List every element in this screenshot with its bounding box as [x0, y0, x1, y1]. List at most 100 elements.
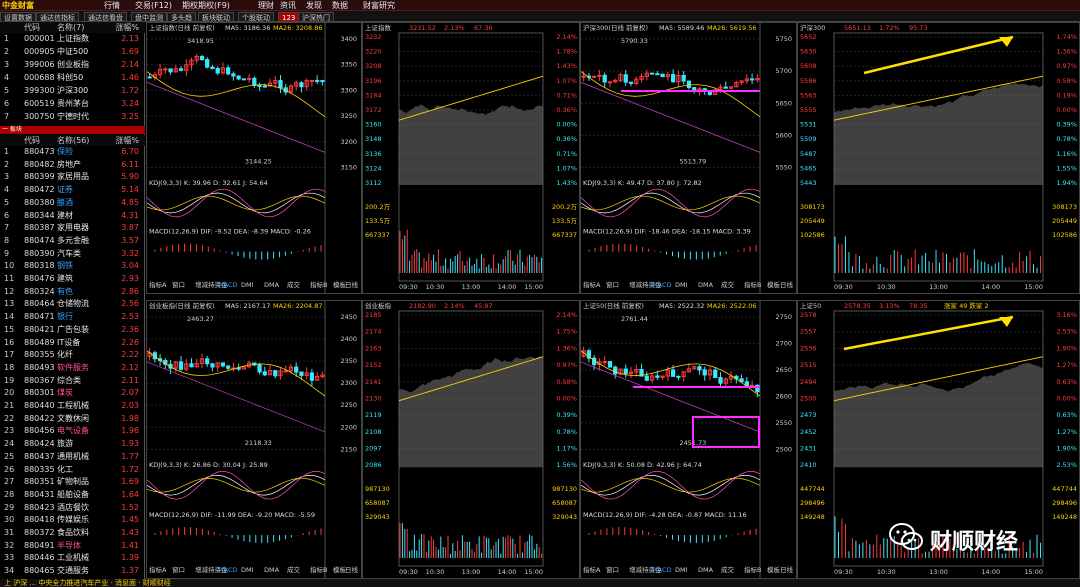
chart-canvas[interactable]: 沪深300(日线 前复权) MA5: 5589.46 MA26: 5619.56 57…: [580, 23, 796, 293]
tab-indicators[interactable]: 通达信指标: [36, 12, 79, 22]
volume-axis-label-right: 447744: [1052, 485, 1077, 493]
row-name: IT设备: [57, 337, 81, 347]
list-item[interactable]: 31 880372 食品饮料 1.43: [0, 527, 145, 539]
price-axis-label: 2515: [800, 361, 817, 369]
menu-trade[interactable]: 交易(F12): [135, 0, 172, 11]
col-name[interactable]: 名称(56): [57, 135, 89, 146]
chart-canvas[interactable]: 创业板指(日线 前复权) MA5: 2167.17 MA26: 2204.87 245…: [146, 301, 361, 578]
list-item[interactable]: 4 880472 证券 5.14: [0, 184, 145, 196]
list-item[interactable]: 7 300750 宁德时代 3.25: [0, 111, 145, 123]
menu-research[interactable]: 财富研究: [363, 0, 395, 11]
chart-panel-tl2[interactable]: 上证指数 3231.52 2.13% 67.36 3232 2.14% 3220 1.78% 3…: [362, 22, 580, 294]
menu-quotes[interactable]: 行情: [104, 0, 120, 11]
chart-panel-tl[interactable]: 上证指数(日线 前复权) MA5: 3186.36 MA26: 3208.86 340…: [146, 22, 362, 294]
chart-panel-tr[interactable]: 沪深300(日线 前复权) MA5: 5589.46 MA26: 5619.56 57…: [580, 22, 797, 294]
list-item[interactable]: 14 880471 银行 2.53: [0, 311, 145, 323]
list-item[interactable]: 3 399006 创业板指 2.14: [0, 59, 145, 71]
list-item[interactable]: 18 880493 软件服务 2.12: [0, 362, 145, 374]
row-name: 有色: [57, 286, 73, 296]
list-item[interactable]: 16 880489 IT设备 2.26: [0, 337, 145, 349]
pct-axis-label: 0.58%: [1056, 77, 1077, 85]
chart-canvas[interactable]: 上证指数 3231.52 2.13% 67.36 3232 2.14% 3220 1.78% 3…: [363, 23, 579, 293]
list-item[interactable]: 34 880465 交通服务 1.37: [0, 565, 145, 577]
chart-canvas[interactable]: 上证指数(日线 前复权) MA5: 3186.36 MA26: 3208.86 340…: [146, 23, 361, 293]
list-item[interactable]: 6 880344 建材 4.31: [0, 210, 145, 222]
col-pct[interactable]: 涨幅%: [115, 135, 139, 146]
list-item[interactable]: 11 880476 建筑 2.93: [0, 273, 145, 285]
chart-panel-bl2[interactable]: 创业板指 2182.90 2.14% 45.97 2185 2.14% 2174 1.75% 2…: [362, 300, 580, 579]
list-item[interactable]: 32 880491 半导体 1.41: [0, 540, 145, 552]
list-item[interactable]: 9 880390 汽车类 3.32: [0, 248, 145, 260]
menu-finance[interactable]: 理财: [258, 0, 274, 11]
news-ticker-text[interactable]: 上 沪深 ... 中央全力推进汽车产业 · 消息面 · 财顺财经: [4, 579, 171, 587]
list-item[interactable]: 1 000001 上证指数 2.13: [0, 33, 145, 45]
list-item[interactable]: 3 880399 家居用品 5.90: [0, 171, 145, 183]
tab-settings[interactable]: 设置数据: [0, 12, 36, 22]
list-item[interactable]: 7 880387 家用电器 3.87: [0, 222, 145, 234]
candle: [294, 366, 299, 373]
candle: [178, 361, 184, 370]
tab-monitor[interactable]: 盘中监测: [131, 12, 167, 22]
list-item[interactable]: 8 880474 多元金融 3.57: [0, 235, 145, 247]
list-item[interactable]: 1 880473 保险 6.70: [0, 146, 145, 158]
ma-line: [146, 350, 326, 397]
list-item[interactable]: 24 880424 旅游 1.93: [0, 438, 145, 450]
price-axis-label: 2108: [365, 428, 382, 436]
list-item[interactable]: 30 880418 传媒娱乐 1.45: [0, 514, 145, 526]
list-item[interactable]: 26 880335 化工 1.72: [0, 464, 145, 476]
chart-canvas[interactable]: 创业板指 2182.90 2.14% 45.97 2185 2.14% 2174 1.75% 2…: [363, 301, 579, 578]
tab-stock-link[interactable]: 个股联动: [238, 12, 274, 22]
chart-panel-tr2[interactable]: 沪深300 5651.13 1.72% 95.73 5652 1.74% 5630 1.36%…: [797, 22, 1080, 294]
candle: [602, 74, 607, 83]
row-pct: 4.31: [121, 210, 139, 220]
list-item[interactable]: 17 880355 化纤 2.22: [0, 349, 145, 361]
candle: [660, 73, 665, 78]
list-item[interactable]: 20 880301 煤炭 2.07: [0, 387, 145, 399]
list-item[interactable]: 5 399300 沪深300 1.72: [0, 85, 145, 97]
list-item[interactable]: 6 600519 贵州茅台 3.24: [0, 98, 145, 110]
chart-panel-br[interactable]: 上证50(日线 前复权) MA5: 2522.32 MA26: 2522.06 275…: [580, 300, 797, 579]
list-item[interactable]: 4 000688 科创50 1.46: [0, 72, 145, 84]
row-name: 电气设备: [57, 426, 89, 436]
list-item[interactable]: 22 880422 文教休闲 1.98: [0, 413, 145, 425]
chart-canvas[interactable]: 上证50(日线 前复权) MA5: 2522.32 MA26: 2522.06 275…: [580, 301, 796, 578]
row-name: 食品饮料: [57, 528, 89, 537]
list-item[interactable]: 15 880421 广告包装 2.36: [0, 324, 145, 336]
row-name: 酒店餐饮: [57, 502, 89, 512]
price-axis-label: 3184: [365, 91, 382, 99]
tab-hot[interactable]: 沪深热门: [298, 12, 334, 22]
list-item[interactable]: 27 880351 矿物制品 1.69: [0, 476, 145, 488]
list-item[interactable]: 28 880431 船舶设备 1.64: [0, 489, 145, 501]
menu-data[interactable]: 数据: [332, 0, 348, 11]
list-item[interactable]: 29 880423 酒店餐饮 1.52: [0, 502, 145, 514]
list-item[interactable]: 2 000905 中证500 1.69: [0, 46, 145, 58]
list-item[interactable]: 10 880318 钢铁 3.04: [0, 260, 145, 272]
list-item[interactable]: 12 880324 有色 2.86: [0, 286, 145, 298]
menu-news[interactable]: 资讯: [280, 0, 296, 11]
list-item[interactable]: 25 880437 通用机械 1.77: [0, 451, 145, 463]
col-pct[interactable]: 涨幅%: [115, 22, 139, 33]
row-name: 煤炭: [57, 388, 73, 398]
menu-options[interactable]: 期权期权(F9): [182, 0, 230, 11]
price-axis-label: 2431: [800, 445, 817, 453]
list-item[interactable]: 5 880380 酿酒 4.85: [0, 197, 145, 209]
col-code[interactable]: 代码: [24, 135, 40, 146]
row-code: 880380: [24, 197, 55, 207]
tab-123[interactable]: 123: [278, 12, 300, 22]
chart-panel-bl[interactable]: 创业板指(日线 前复权) MA5: 2167.17 MA26: 2204.87 245…: [146, 300, 362, 579]
list-item[interactable]: 21 880440 工程机械 2.03: [0, 400, 145, 412]
tab-watch[interactable]: 通达信看盘: [84, 12, 127, 22]
tab-sector-link[interactable]: 板块联动: [198, 12, 234, 22]
price-axis-label: 2174: [365, 328, 382, 336]
menu-discover[interactable]: 发现: [306, 0, 322, 11]
kdj-label: KDJ(9,3,3) K: 26.86 D: 30.04 J: 25.89: [149, 461, 268, 469]
list-item[interactable]: 13 880464 仓储物流 2.56: [0, 298, 145, 310]
list-item[interactable]: 33 880446 工业机械 1.39: [0, 552, 145, 564]
chart-canvas[interactable]: 沪深300 5651.13 1.72% 95.73 5652 1.74% 5630 1.36%…: [798, 23, 1079, 293]
list-item[interactable]: 2 880482 房地产 6.11: [0, 159, 145, 171]
list-item[interactable]: 19 880367 综合类 2.11: [0, 375, 145, 387]
col-code[interactable]: 代码: [24, 22, 40, 33]
col-name[interactable]: 名称(7): [57, 22, 84, 33]
list-item[interactable]: 23 880456 电气设备 1.96: [0, 425, 145, 437]
tab-bull-trend[interactable]: 多头趋: [167, 12, 196, 22]
